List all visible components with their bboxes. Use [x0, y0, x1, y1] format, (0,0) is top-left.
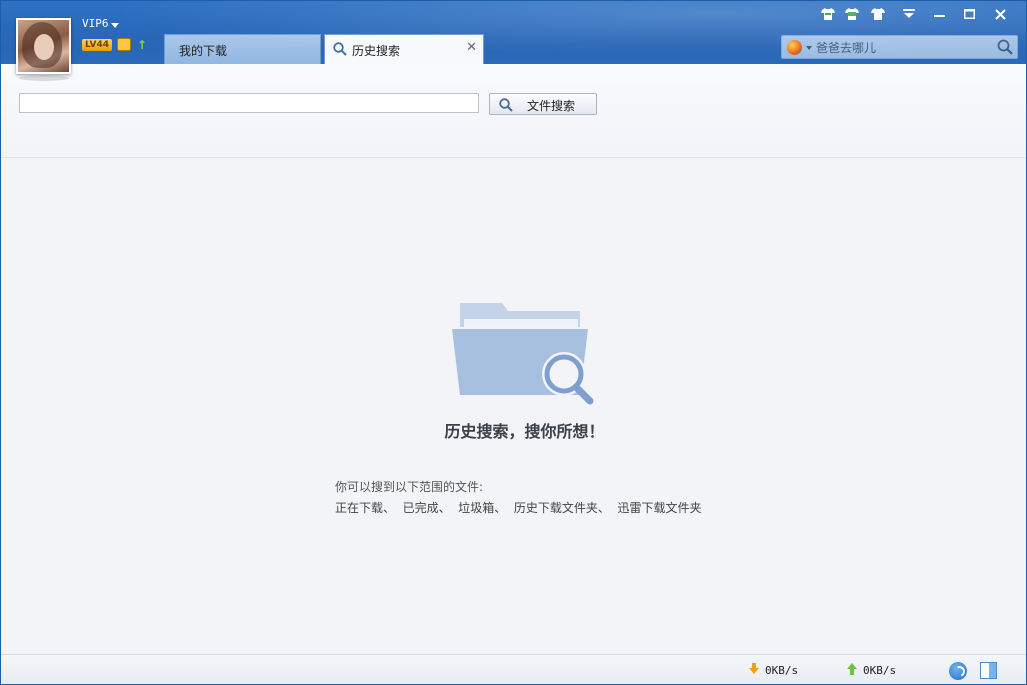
search-icon[interactable]	[997, 39, 1013, 58]
close-icon[interactable]	[990, 5, 1010, 23]
refresh-icon[interactable]	[949, 662, 967, 680]
file-search-input[interactable]	[19, 93, 479, 113]
menu-dropdown-icon[interactable]	[899, 5, 919, 23]
level-badge[interactable]: LV44	[82, 39, 112, 51]
search-scope-hint: 你可以搜到以下范围的文件:	[335, 480, 484, 494]
web-search-input[interactable]	[816, 39, 986, 56]
app-window: VIP6 LV44 ↑ 我的下载 历史搜索 ✕ 爸爸去哪儿 文件搜索 历史搜索，…	[0, 0, 1027, 685]
tab-history-search[interactable]: 历史搜索 ✕	[324, 34, 484, 66]
avatar-face	[34, 34, 54, 60]
vip-label[interactable]: VIP6	[82, 17, 109, 30]
file-search-bar: 文件搜索	[1, 64, 1026, 158]
upload-arrow-icon	[847, 663, 857, 678]
empty-state-title: 历史搜索，搜你所想！	[444, 422, 605, 441]
file-search-button[interactable]: 文件搜索	[489, 93, 597, 115]
tab-my-downloads[interactable]: 我的下载	[164, 34, 321, 65]
minimize-icon[interactable]	[929, 5, 949, 23]
web-search-box	[781, 35, 1018, 59]
tab-label: 我的下载	[179, 44, 228, 58]
shirt-icon[interactable]	[818, 5, 838, 23]
avatar[interactable]	[16, 18, 71, 74]
status-bar: 0KB/s 0KB/s	[1, 654, 1026, 684]
history-search-panel: 历史搜索，搜你所想！ 你可以搜到以下范围的文件: 正在下载、 已完成、 垃圾箱、…	[1, 159, 1026, 654]
search-engine-icon[interactable]	[787, 40, 802, 55]
maximize-icon[interactable]	[959, 5, 979, 23]
tab-label: 历史搜索	[352, 44, 401, 58]
avatar-shadow	[19, 75, 69, 81]
chevron-down-icon[interactable]	[806, 46, 812, 50]
panel-toggle-icon[interactable]	[980, 662, 997, 679]
download-arrow-icon	[749, 663, 759, 678]
close-icon[interactable]: ✕	[466, 41, 477, 55]
member-badge-icon[interactable]	[117, 38, 131, 51]
upload-speed: 0KB/s	[863, 664, 897, 677]
download-speed: 0KB/s	[765, 664, 799, 677]
search-scope-list: 正在下载、 已完成、 垃圾箱、 历史下载文件夹、 迅雷下载文件夹	[335, 501, 702, 515]
upgrade-arrow-icon[interactable]: ↑	[137, 38, 147, 52]
folder-search-icon	[452, 299, 597, 412]
shirt-icon[interactable]	[868, 5, 888, 23]
search-icon	[333, 42, 347, 59]
shirt-icon[interactable]	[842, 5, 862, 23]
chevron-down-icon[interactable]	[111, 23, 119, 28]
title-bar: VIP6 LV44 ↑ 我的下载 历史搜索 ✕ 爸爸去哪儿	[1, 1, 1026, 81]
search-icon	[499, 98, 513, 115]
file-search-button-label: 文件搜索	[527, 99, 576, 113]
